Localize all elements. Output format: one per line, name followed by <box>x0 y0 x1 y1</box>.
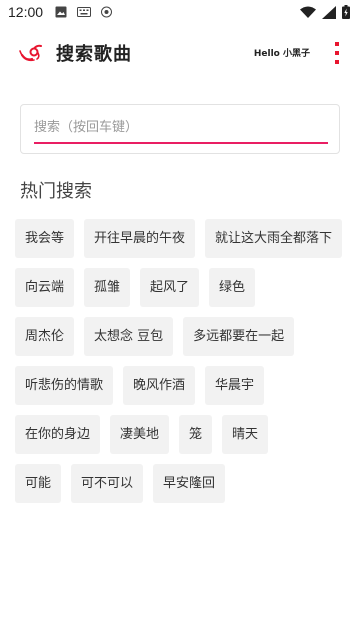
app-bar: 搜索歌曲 Hello 小黑子 <box>0 24 360 82</box>
hot-search-tag[interactable]: 多远都要在一起 <box>183 317 295 356</box>
keyboard-icon <box>77 7 92 17</box>
search-input[interactable] <box>34 116 328 144</box>
hot-search-tag[interactable]: 早安隆回 <box>153 464 226 503</box>
hot-search-tag[interactable]: 可不可以 <box>71 464 144 503</box>
hot-search-tag[interactable]: 华晨宇 <box>205 366 265 405</box>
tag-row: 我会等 开往早晨的午夜 就让这大雨全都落下 <box>15 219 360 258</box>
hot-search-tag[interactable]: 开往早晨的午夜 <box>84 219 196 258</box>
status-bar: 12:00 <box>0 0 360 24</box>
shield-icon <box>101 6 113 18</box>
status-time: 12:00 <box>8 4 44 20</box>
hot-search-tag[interactable]: 可能 <box>15 464 62 503</box>
netease-music-logo-icon <box>19 44 42 62</box>
hot-search-tag[interactable]: 晚风作酒 <box>123 366 196 405</box>
hot-search-tag[interactable]: 听悲伤的情歌 <box>15 366 114 405</box>
tag-row: 周杰伦 太想念 豆包 多远都要在一起 <box>15 317 360 356</box>
hot-search-tag[interactable]: 晴天 <box>222 415 269 454</box>
tag-row: 在你的身边 凄美地 笼 晴天 <box>15 415 360 454</box>
hot-search-tags: 我会等 开往早晨的午夜 就让这大雨全都落下 向云端 孤雏 起风了 绿色 周杰伦 … <box>15 219 360 513</box>
battery-charging-icon <box>342 5 350 19</box>
tag-row: 听悲伤的情歌 晚风作酒 华晨宇 <box>15 366 360 405</box>
page-title: 搜索歌曲 <box>56 44 132 65</box>
more-menu-button[interactable] <box>332 42 342 64</box>
tag-row: 可能 可不可以 早安隆回 <box>15 464 360 503</box>
signal-icon <box>322 5 336 19</box>
hot-search-tag[interactable]: 在你的身边 <box>15 415 101 454</box>
tag-row: 向云端 孤雏 起风了 绿色 <box>15 268 360 307</box>
hot-search-tag[interactable]: 向云端 <box>15 268 75 307</box>
hot-search-tag[interactable]: 笼 <box>179 415 213 454</box>
hot-search-title: 热门搜索 <box>20 181 92 202</box>
hot-search-tag[interactable]: 周杰伦 <box>15 317 75 356</box>
hot-search-tag[interactable]: 凄美地 <box>110 415 170 454</box>
hot-search-tag[interactable]: 就让这大雨全都落下 <box>205 219 343 258</box>
hot-search-tag[interactable]: 绿色 <box>209 268 256 307</box>
image-icon <box>55 6 67 18</box>
hot-search-tag[interactable]: 起风了 <box>140 268 200 307</box>
user-greeting: Hello 小黑子 <box>253 49 310 59</box>
search-card <box>20 104 340 154</box>
hot-search-tag[interactable]: 我会等 <box>15 219 75 258</box>
wifi-icon <box>300 6 316 18</box>
more-vert-icon <box>335 42 339 46</box>
hot-search-tag[interactable]: 孤雏 <box>84 268 131 307</box>
hot-search-tag[interactable]: 太想念 豆包 <box>84 317 174 356</box>
